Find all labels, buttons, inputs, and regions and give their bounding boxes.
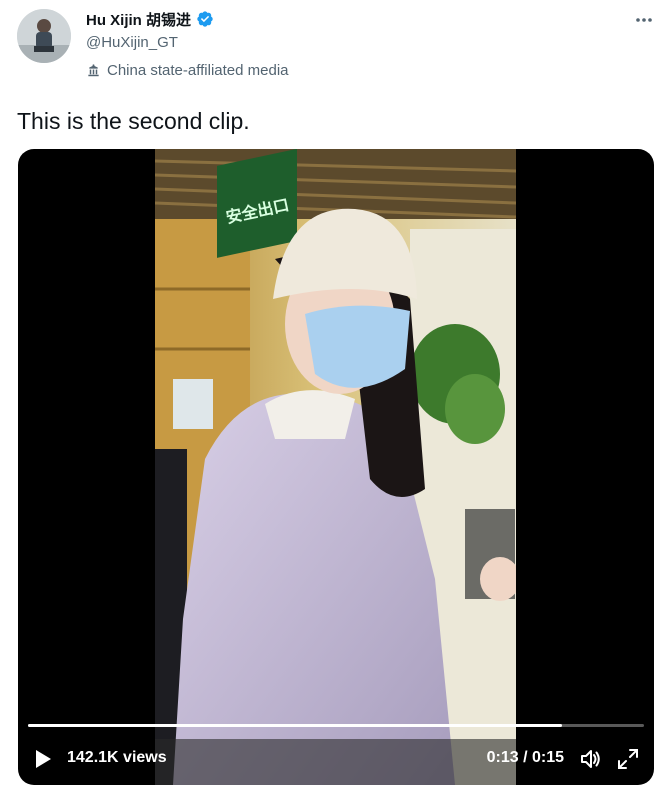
- name-row: Hu Xijin 胡锡进: [86, 9, 289, 29]
- time-display: 0:13 / 0:15: [486, 749, 564, 766]
- video-controls: 142.1K views 0:13 / 0:15: [18, 739, 654, 779]
- author-name[interactable]: Hu Xijin 胡锡进: [86, 9, 191, 30]
- author-block: Hu Xijin 胡锡进 @HuXijin_GT China state-aff…: [86, 9, 289, 80]
- view-count: 142.1K views: [67, 749, 167, 766]
- state-media-icon: [88, 63, 99, 76]
- tweet: Hu Xijin 胡锡进 @HuXijin_GT China state-aff…: [0, 0, 670, 797]
- state-media-text: China state-affiliated media: [107, 61, 289, 79]
- video-frame: 安全出口: [155, 149, 516, 785]
- volume-icon[interactable]: [578, 747, 602, 771]
- progress-bar[interactable]: [28, 724, 644, 727]
- fullscreen-icon[interactable]: [616, 747, 640, 771]
- author-handle[interactable]: @HuXijin_GT: [86, 34, 289, 54]
- progress-fill: [28, 724, 563, 727]
- video-player[interactable]: 安全出口 142.1K views 0:13 / 0:15: [18, 149, 654, 785]
- state-media-label[interactable]: China state-affiliated media: [86, 60, 289, 80]
- play-icon[interactable]: [32, 748, 54, 770]
- tweet-text: This is the second clip.: [17, 108, 250, 134]
- avatar-image: [17, 9, 71, 63]
- avatar[interactable]: [17, 9, 71, 63]
- verified-badge-icon: [197, 11, 213, 27]
- video-still: 安全出口: [155, 149, 516, 785]
- more-dots-icon[interactable]: [634, 10, 654, 30]
